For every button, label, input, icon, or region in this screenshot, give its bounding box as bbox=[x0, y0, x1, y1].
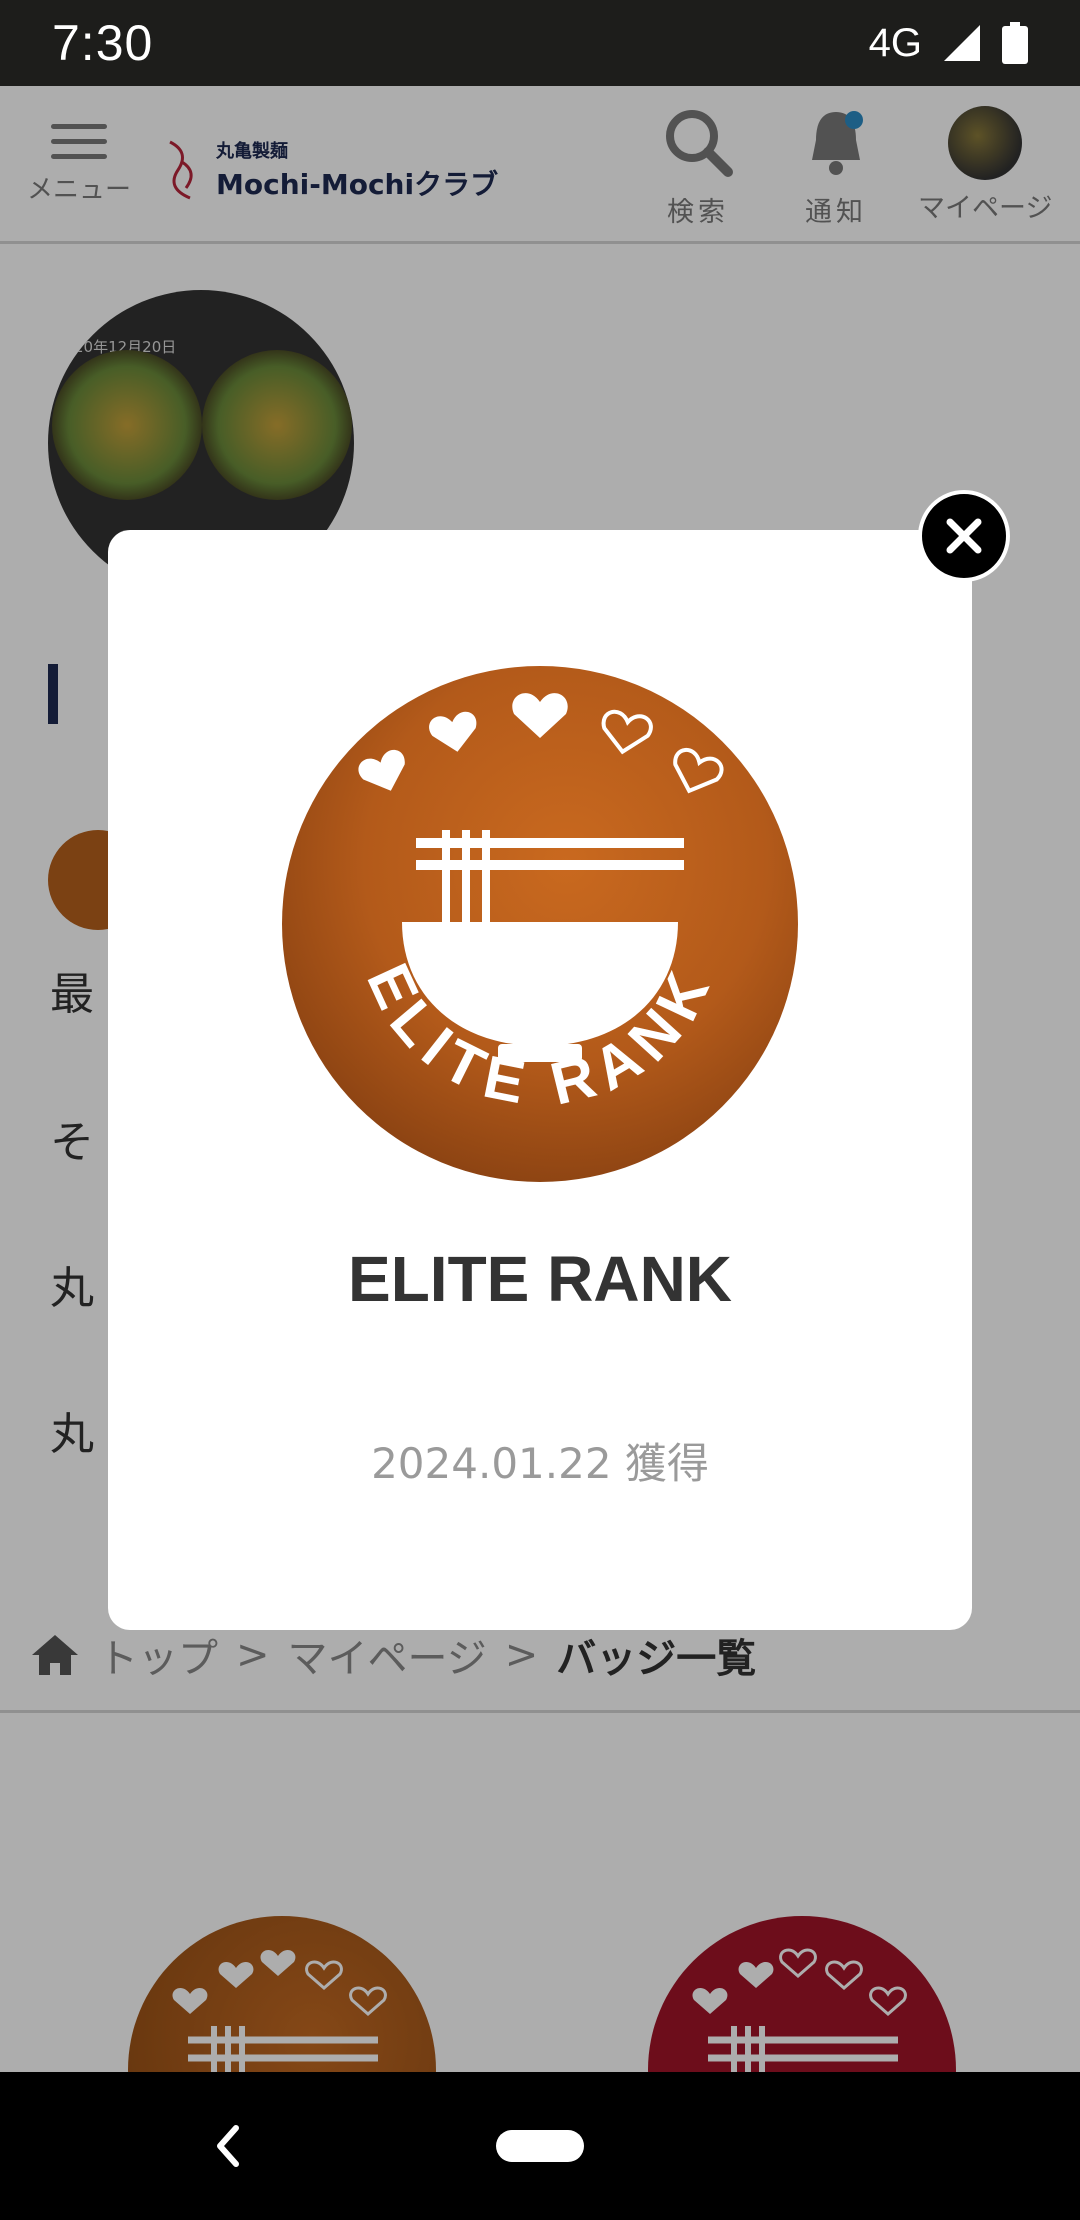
status-bar: 7:30 4G bbox=[0, 0, 1080, 86]
close-button[interactable] bbox=[918, 490, 1010, 582]
badge-acquired-date: 2024.01.22 獲得 bbox=[371, 1439, 709, 1488]
badge-detail-modal: ELITE RANK ELITE RANK 2024.01.22 獲得 bbox=[108, 530, 972, 1630]
system-nav-bar bbox=[0, 2072, 1080, 2220]
network-type: 4G bbox=[868, 20, 922, 65]
signal-icon bbox=[944, 25, 980, 61]
home-pill-button[interactable] bbox=[496, 2130, 584, 2162]
status-icons: 4G bbox=[869, 21, 1028, 66]
battery-icon bbox=[1002, 22, 1028, 64]
badge-title: ELITE RANK bbox=[348, 1243, 732, 1315]
elite-rank-badge: ELITE RANK bbox=[282, 666, 798, 1182]
close-icon bbox=[946, 518, 982, 554]
status-time: 7:30 bbox=[52, 15, 154, 71]
back-icon[interactable] bbox=[206, 2118, 246, 2174]
